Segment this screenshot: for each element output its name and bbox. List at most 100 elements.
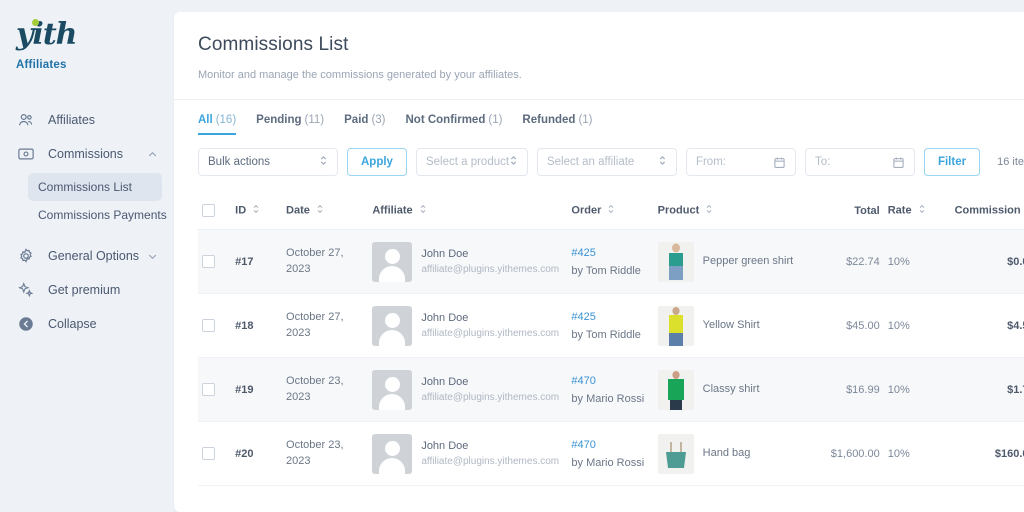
table-body: #17 October 27, 2023 John Doe affiliate@… (198, 230, 1024, 486)
status-tabs: All(16) Pending(11) Paid(3) Not Confirme… (174, 100, 1024, 135)
column-label: Date (286, 204, 310, 216)
affiliate-name: John Doe (421, 310, 559, 327)
sort-icon[interactable] (607, 203, 615, 218)
product-name: Pepper green shirt (703, 254, 794, 268)
affiliate-name: John Doe (421, 246, 559, 263)
tab-label: All (198, 114, 213, 126)
affiliate-email: affiliate@plugins.yithemes.com (421, 390, 559, 405)
table-row[interactable]: #20 October 23, 2023 John Doe affiliate@… (198, 422, 1024, 486)
gear-icon (16, 246, 36, 266)
table-row[interactable]: #17 October 27, 2023 John Doe affiliate@… (198, 230, 1024, 294)
cell-commission: $0.00 (941, 230, 1024, 294)
sidebar-subitem-label: Commissions List (38, 180, 132, 194)
table-row[interactable]: #19 October 23, 2023 John Doe affiliate@… (198, 358, 1024, 422)
sort-icon[interactable] (705, 203, 713, 218)
tab-label: Refunded (522, 114, 575, 126)
row-checkbox[interactable] (202, 447, 215, 460)
cell-date: October 23, 2023 (282, 358, 368, 422)
affiliate-placeholder: Select an affiliate (547, 156, 658, 168)
row-checkbox[interactable] (202, 255, 215, 268)
column-product[interactable]: Product (654, 192, 809, 230)
row-checkbox[interactable] (202, 383, 215, 396)
sidebar-nav: Affiliates Commissions C (0, 103, 172, 341)
affiliate-email: affiliate@plugins.yithemes.com (421, 262, 559, 277)
logo-text: yith (16, 17, 77, 52)
bulk-actions-value: Bulk actions (208, 156, 319, 168)
product-thumbnail (658, 306, 694, 346)
apply-button[interactable]: Apply (347, 148, 407, 176)
chevron-down-icon[interactable] (147, 251, 158, 262)
cell-total: $45.00 (809, 294, 884, 358)
date-to-input[interactable]: To: (805, 148, 915, 176)
sort-icon[interactable] (252, 203, 260, 218)
sidebar-item-get-premium[interactable]: Get premium (0, 273, 172, 307)
sidebar-item-commissions[interactable]: Commissions (0, 137, 172, 171)
sidebar-item-commissions-payments[interactable]: Commissions Payments (28, 201, 162, 229)
bulk-actions-select[interactable]: Bulk actions (198, 148, 338, 176)
date-from-input[interactable]: From: (686, 148, 796, 176)
commissions-panel: Commissions List Monitor and manage the … (174, 12, 1024, 512)
table-row[interactable]: #18 October 27, 2023 John Doe affiliate@… (198, 294, 1024, 358)
row-checkbox[interactable] (202, 319, 215, 332)
order-link[interactable]: #470 (571, 375, 649, 387)
sidebar-item-label: General Options (48, 249, 147, 263)
column-affiliate[interactable]: Affiliate (368, 192, 567, 230)
row-select-cell (198, 294, 231, 358)
column-rate[interactable]: Rate (884, 192, 942, 230)
affiliate-select[interactable]: Select an affiliate (537, 148, 677, 176)
column-id[interactable]: ID (231, 192, 282, 230)
column-label: Rate (888, 204, 912, 216)
sidebar-item-collapse[interactable]: Collapse (0, 307, 172, 341)
tab-pending[interactable]: Pending(11) (256, 114, 324, 135)
calendar-icon[interactable] (773, 156, 786, 169)
sidebar-item-label: Commissions (48, 147, 147, 161)
chevron-up-icon[interactable] (147, 149, 158, 160)
product-select[interactable]: Select a product (416, 148, 528, 176)
column-date[interactable]: Date (282, 192, 368, 230)
avatar (372, 370, 412, 410)
tab-label: Paid (344, 114, 368, 126)
cell-date: October 27, 2023 (282, 294, 368, 358)
sidebar-item-general-options[interactable]: General Options (0, 239, 172, 273)
column-label: Commission (955, 204, 1021, 216)
avatar (372, 242, 412, 282)
cell-id: #17 (231, 230, 282, 294)
cell-rate: 10% (884, 294, 942, 358)
affiliate-name: John Doe (421, 438, 559, 455)
cell-order: #470 by Mario Rossi (567, 358, 653, 422)
date-from-placeholder: From: (696, 156, 773, 168)
column-commission[interactable]: Commission (941, 192, 1024, 230)
tab-refunded[interactable]: Refunded(1) (522, 114, 592, 135)
cell-product: Pepper green shirt (654, 230, 809, 294)
order-link[interactable]: #425 (571, 311, 649, 323)
sort-icon[interactable] (419, 203, 427, 218)
column-label: Order (571, 204, 601, 216)
column-select-all (198, 192, 231, 230)
filter-button[interactable]: Filter (924, 148, 980, 176)
sort-icon[interactable] (316, 203, 324, 218)
sidebar-item-affiliates[interactable]: Affiliates (0, 103, 172, 137)
product-name: Classy shirt (703, 382, 760, 396)
column-label: Product (658, 204, 700, 216)
tab-not-confirmed[interactable]: Not Confirmed(1) (406, 114, 503, 135)
users-icon (16, 110, 36, 130)
logo-subtitle: Affiliates (16, 59, 172, 71)
tab-all[interactable]: All(16) (198, 114, 236, 135)
cell-order: #470 by Mario Rossi (567, 422, 653, 486)
sparkles-icon (16, 280, 36, 300)
order-link[interactable]: #425 (571, 247, 649, 259)
tab-paid[interactable]: Paid(3) (344, 114, 385, 135)
calendar-icon[interactable] (892, 156, 905, 169)
product-name: Hand bag (703, 446, 751, 460)
order-link[interactable]: #470 (571, 439, 649, 451)
filter-toolbar: Bulk actions Apply Select a product (174, 135, 1024, 176)
column-order[interactable]: Order (567, 192, 653, 230)
sort-icon[interactable] (918, 203, 926, 218)
sidebar-item-commissions-list[interactable]: Commissions List (28, 173, 162, 201)
cell-product: Hand bag (654, 422, 809, 486)
select-all-checkbox[interactable] (202, 204, 215, 217)
cell-rate: 10% (884, 358, 942, 422)
avatar (372, 306, 412, 346)
cell-order: #425 by Tom Riddle (567, 294, 653, 358)
affiliate-name: John Doe (421, 374, 559, 391)
